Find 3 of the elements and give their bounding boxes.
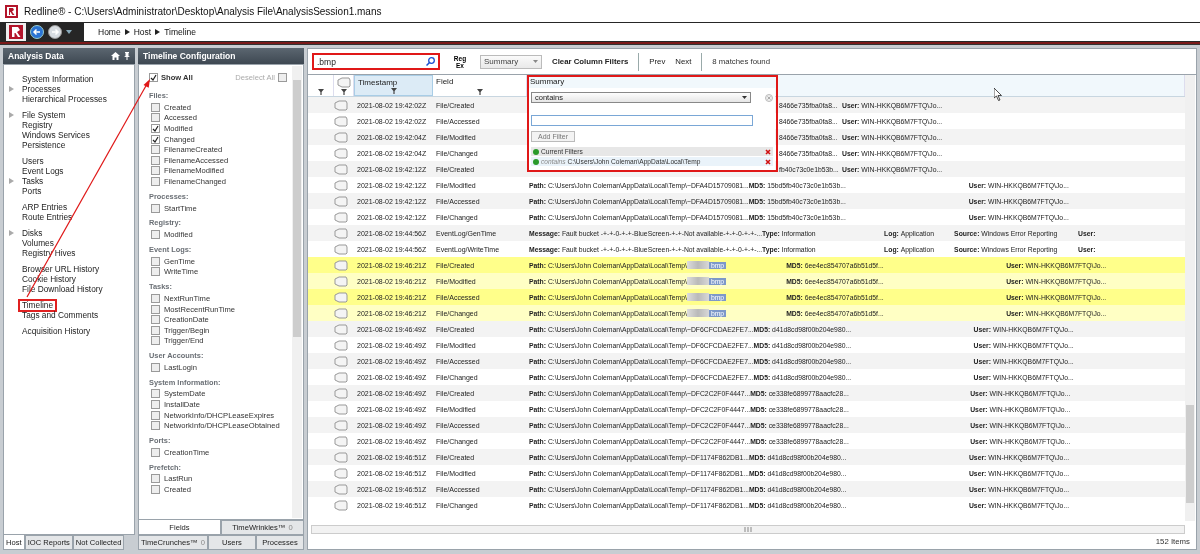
window-title: Redline® - C:\Users\Administrator\Desktop\Analysis File\AnalysisSession1.mans <box>24 5 382 17</box>
panel-title: Timeline Configuration <box>143 51 236 61</box>
panel-title: Analysis Data <box>8 51 64 61</box>
